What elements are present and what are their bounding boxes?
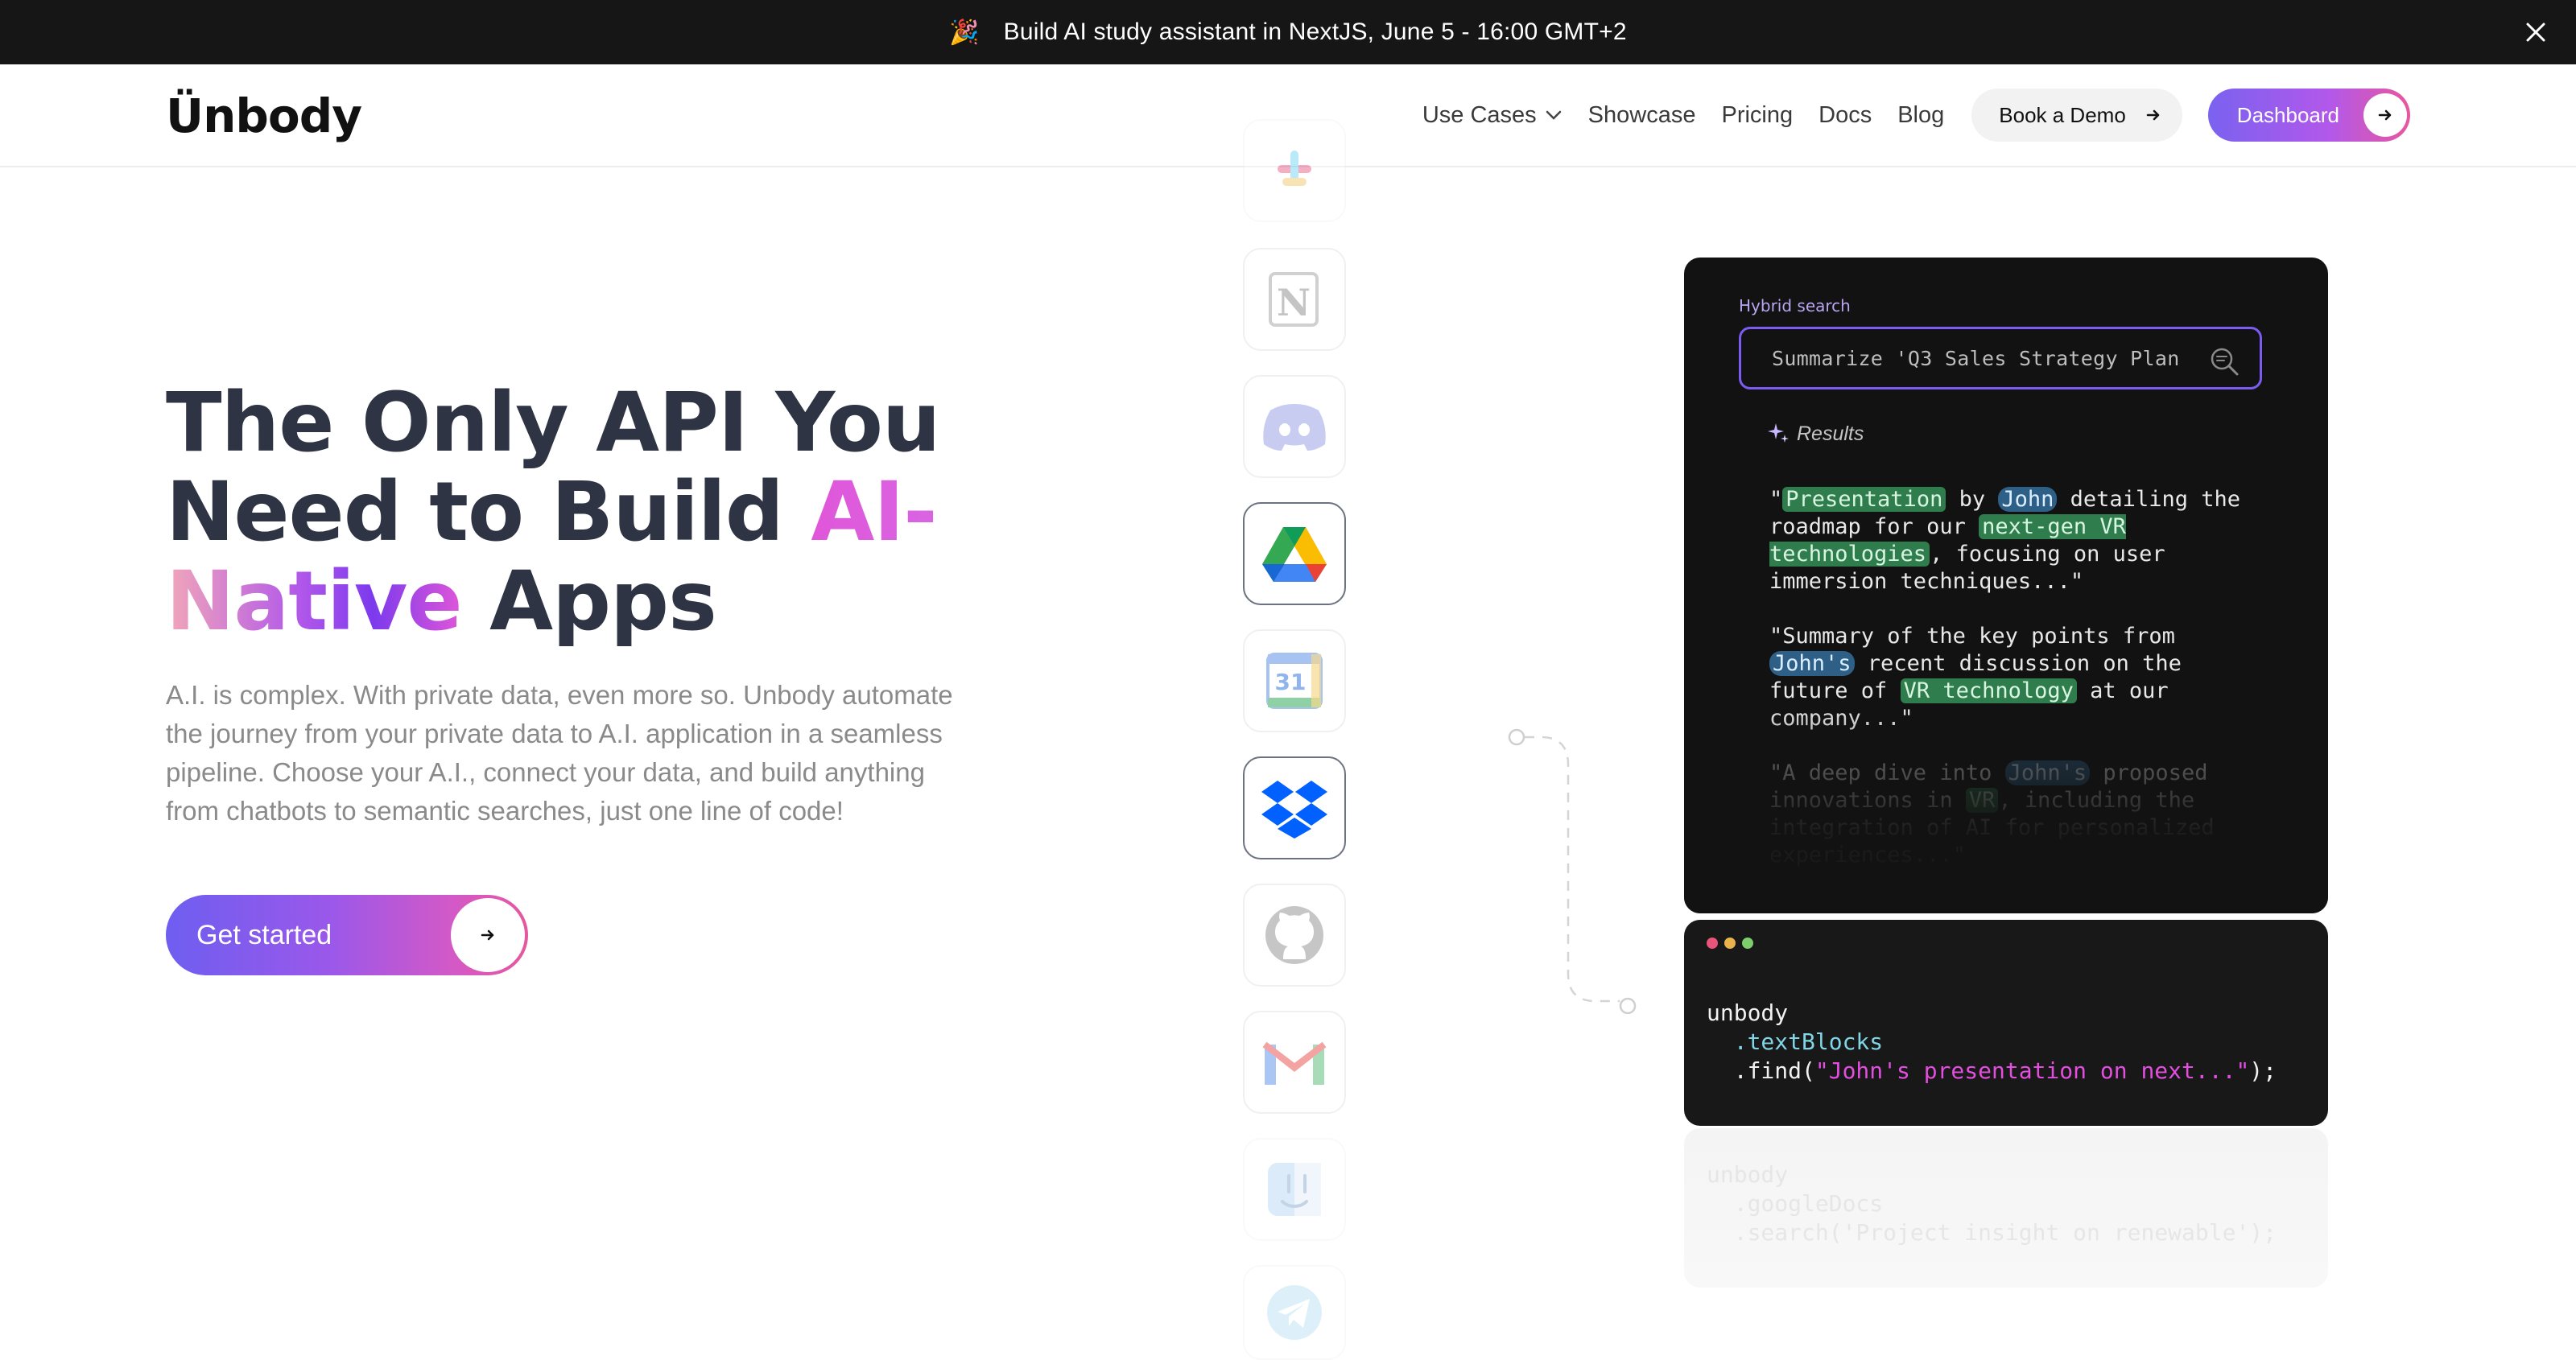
result-highlight: VR technology [1900,678,2077,703]
arrow-right-icon [2146,109,2160,121]
hero-title-line1: The Only API You [166,375,941,471]
code-snippet: unbody .textBlocks .find("John's present… [1707,999,2277,1086]
hybrid-search-query: Summarize 'Q3 Sales Strategy Plan [1772,346,2180,370]
dashboard-label: Dashboard [2236,102,2339,127]
dropbox-icon[interactable] [1243,756,1346,859]
nav-blog[interactable]: Blog [1897,102,1944,129]
announcement-bar: 🎉 Build AI study assistant in NextJS, Ju… [0,0,2576,64]
result-highlight: John's [1769,651,1855,676]
slack-icon[interactable] [1243,119,1346,222]
nav-pricing[interactable]: Pricing [1721,102,1793,129]
ghost-code-snippet: unbody .googleDocs .search('Project insi… [1707,1160,2277,1247]
ghost-code-card: unbody .googleDocs .search('Project insi… [1684,1128,2328,1288]
search-icon[interactable] [2208,345,2240,382]
notion-icon[interactable]: N [1243,248,1346,351]
hero-title: The Only API You Need to Build AI- Nativ… [166,375,941,649]
finder-icon[interactable] [1243,1138,1346,1241]
book-demo-label: Book a Demo [1999,102,2126,127]
maximize-dot [1742,938,1753,949]
results-label: Results [1797,422,1864,445]
discord-icon[interactable] [1243,375,1346,478]
hero-title-line3: Apps [461,554,717,649]
nav-docs[interactable]: Docs [1818,102,1872,129]
google-calendar-icon[interactable]: 31 [1243,629,1346,732]
dashboard-button[interactable]: Dashboard [2207,89,2410,142]
result-highlight: John [1998,487,2058,512]
google-drive-icon[interactable] [1243,502,1346,605]
telegram-icon[interactable] [1243,1265,1346,1360]
chevron-down-icon [1546,110,1561,120]
party-popper-icon: 🎉 [949,19,980,46]
result-item[interactable]: " Presentation by John detailing the road… [1769,486,2268,596]
code-card: unbody .textBlocks .find("John's present… [1684,920,2328,1126]
window-controls [1707,938,1753,949]
code-line-3-end: ); [2249,1057,2277,1084]
hybrid-search-input[interactable]: Summarize 'Q3 Sales Strategy Plan [1739,327,2262,389]
gmail-icon[interactable] [1243,1011,1346,1114]
result-text: " [1769,487,1783,512]
result-text: by [1946,487,1999,512]
svg-text:31: 31 [1275,669,1307,695]
code-line-3-string: "John's presentation on next..." [1814,1057,2250,1084]
sparkle-icon [1768,423,1789,443]
close-dot [1707,938,1718,949]
hero-title-highlight-native: Native [166,554,463,649]
code-line-1: unbody [1707,999,1789,1026]
result-highlight: Presentation [1782,487,1946,512]
minimize-dot [1724,938,1736,949]
result-text: "Summary of the key points from [1769,624,2175,649]
ghost-line-3: .search('Project insight on renewable'); [1707,1219,2277,1246]
hero-description: A.I. is complex. With private data, even… [166,680,953,826]
nav-use-cases[interactable]: Use Cases [1422,102,1563,129]
arrow-right-icon [2363,93,2407,137]
hero-title-line2: Need to Build [166,464,811,560]
results-heading: Results [1766,422,1864,446]
hybrid-search-label: Hybrid search [1739,296,1851,315]
get-started-label: Get started [196,919,332,950]
hybrid-search-card: Hybrid search Summarize 'Q3 Sales Strate… [1684,258,2328,913]
main-nav: Use Cases Showcase Pricing Docs Blog Boo… [1422,89,2410,142]
close-icon[interactable] [2520,16,2552,48]
connector-line [1508,728,1637,1014]
announcement-text[interactable]: Build AI study assistant in NextJS, June… [1004,19,1627,46]
code-line-2: .textBlocks [1707,1028,1884,1055]
results-fade [1684,704,2328,913]
code-line-3-call: .find( [1707,1057,1815,1084]
github-icon[interactable] [1243,884,1346,987]
nav-use-cases-label: Use Cases [1422,101,1537,128]
svg-text:N: N [1277,281,1311,324]
unbody-logo[interactable]: Ünbody [166,89,362,143]
get-started-button[interactable]: Get started [166,895,528,975]
book-demo-button[interactable]: Book a Demo [1971,89,2182,142]
ghost-line-1: unbody [1707,1161,1789,1188]
hero-title-highlight-ai: AI- [811,464,937,560]
arrow-right-icon [451,898,525,972]
nav-showcase[interactable]: Showcase [1588,102,1696,129]
ghost-line-2: .googleDocs [1707,1190,1884,1217]
